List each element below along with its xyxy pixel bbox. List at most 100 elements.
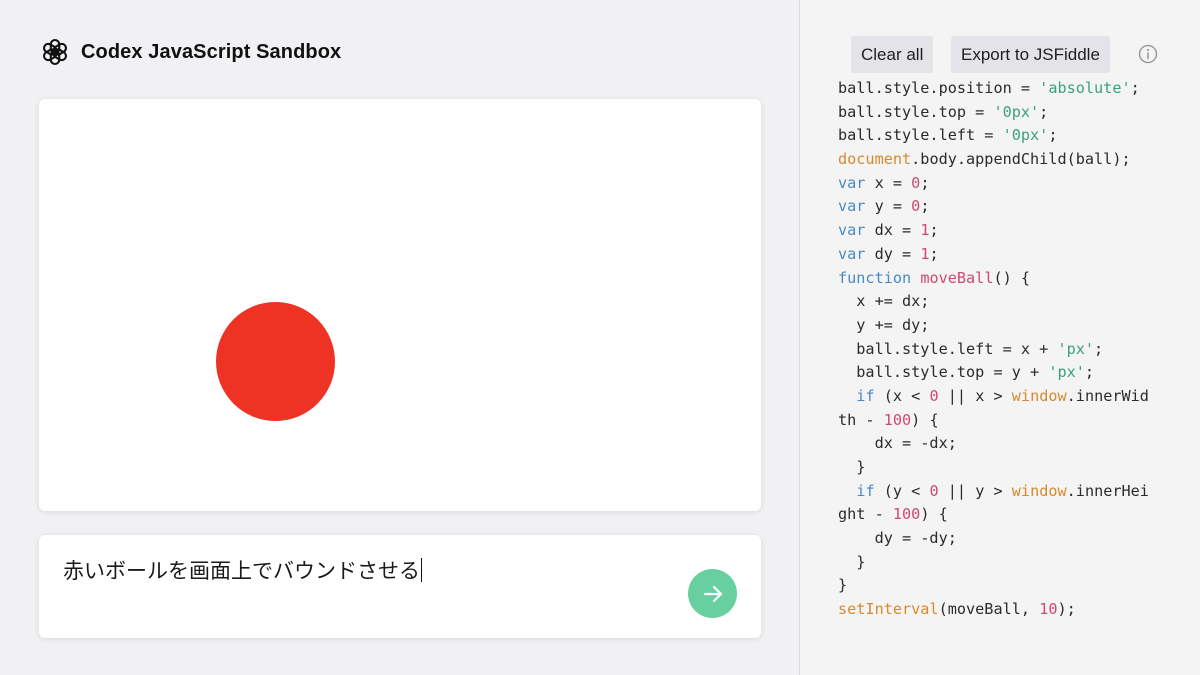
code-token: 'px'	[1048, 363, 1085, 382]
code-token: moveBall	[920, 268, 994, 287]
arrow-right-icon	[702, 583, 724, 605]
code-token: var	[838, 244, 866, 263]
code-line: var y = 0;	[838, 195, 1178, 219]
code-token: setInterval	[838, 600, 939, 619]
code-token: 10	[1039, 600, 1058, 619]
code-token: ball.style.top =	[838, 102, 994, 121]
code-token: ;	[920, 197, 930, 216]
code-token: y += dy;	[838, 315, 930, 334]
code-line: ball.style.top = '0px';	[838, 101, 1178, 125]
code-token: if	[856, 481, 875, 500]
code-token: || y >	[938, 481, 1012, 500]
text-caret	[421, 558, 422, 582]
clear-all-button[interactable]: Clear all	[851, 36, 934, 73]
send-button[interactable]	[688, 569, 737, 618]
code-line: ball.style.left = '0px';	[838, 124, 1178, 148]
code-token: );	[1057, 600, 1076, 619]
code-line: ball.style.left = x + 'px';	[838, 338, 1178, 362]
code-line: }	[838, 551, 1178, 575]
code-token: }	[838, 552, 866, 571]
export-jsfiddle-button[interactable]: Export to JSFiddle	[951, 36, 1110, 73]
code-token: .innerWid	[1066, 386, 1149, 405]
code-token: window	[1011, 386, 1067, 405]
code-token: var	[838, 173, 866, 192]
code-line: dy = -dy;	[838, 527, 1178, 551]
code-token: ;	[920, 173, 930, 192]
code-line: ght - 100) {	[838, 503, 1178, 527]
code-line: y += dy;	[838, 314, 1178, 338]
code-line: ball.style.position = 'absolute';	[838, 77, 1178, 101]
prompt-input[interactable]: 赤いボールを画面上でバウンドさせる	[63, 555, 422, 585]
code-token: .body.appendChild(ball);	[911, 150, 1131, 169]
code-line: if (y < 0 || y > window.innerHei	[838, 480, 1178, 504]
code-line: th - 100) {	[838, 409, 1178, 433]
code-token: y =	[865, 197, 912, 216]
preview-panel[interactable]	[39, 99, 761, 511]
code-token: ;	[929, 221, 939, 240]
code-token: document	[838, 150, 912, 169]
code-token: x += dx;	[838, 292, 930, 311]
code-token: 0	[911, 197, 921, 216]
code-token: (x <	[874, 386, 930, 405]
code-token: }	[838, 576, 848, 595]
code-token: 'absolute'	[1039, 79, 1131, 97]
prompt-input-box[interactable]: 赤いボールを画面上でバウンドさせる	[39, 535, 761, 638]
info-icon[interactable]	[1138, 44, 1158, 64]
code-token: .innerHei	[1066, 481, 1149, 500]
code-token: ball.style.left = x +	[838, 339, 1058, 358]
left-pane: Codex JavaScript Sandbox 赤いボールを画面上でバウンドさ…	[0, 0, 799, 675]
code-token: (moveBall,	[938, 600, 1040, 619]
code-token: 100	[892, 505, 921, 524]
code-token: 0	[929, 386, 939, 405]
red-ball	[216, 302, 335, 421]
code-line: dx = -dx;	[838, 432, 1178, 456]
code-line: function moveBall() {	[838, 267, 1178, 291]
code-token: dy = -dy;	[838, 529, 957, 548]
code-token: ;	[1094, 339, 1104, 358]
code-line: var x = 0;	[838, 172, 1178, 196]
openai-logo-icon	[40, 37, 70, 67]
code-line: x += dx;	[838, 290, 1178, 314]
code-token: window	[1011, 481, 1067, 500]
code-token: 100	[883, 410, 912, 429]
code-token: var	[838, 197, 866, 216]
code-token: ball.style.left =	[838, 126, 1003, 145]
code-token: ) {	[920, 505, 948, 524]
code-token: dx =	[865, 221, 921, 240]
code-line: }	[838, 574, 1178, 598]
code-token: th -	[838, 410, 884, 429]
code-token: ;	[1039, 102, 1049, 121]
code-token: ;	[1130, 79, 1140, 97]
code-token: ;	[929, 244, 939, 263]
code-token: 0	[911, 173, 921, 192]
code-token: '0px'	[993, 102, 1040, 121]
code-line: }	[838, 456, 1178, 480]
code-token: }	[838, 458, 866, 476]
code-editor[interactable]: ball.style.position = 'absolute'; ball.st…	[838, 77, 1178, 657]
code-line: var dy = 1;	[838, 243, 1178, 267]
code-token: ball.style.top = y +	[838, 363, 1049, 382]
code-token: ball.style.position =	[838, 79, 1040, 97]
code-token: dy =	[865, 244, 921, 263]
code-token: dx = -dx;	[838, 434, 957, 453]
prompt-text: 赤いボールを画面上でバウンドさせる	[63, 559, 420, 583]
code-token: (y <	[874, 481, 930, 500]
code-line: document.body.appendChild(ball);	[838, 148, 1178, 172]
code-token: () {	[993, 268, 1031, 287]
code-token: var	[838, 221, 866, 240]
code-line: ball.style.top = y + 'px';	[838, 361, 1178, 385]
app-title: Codex JavaScript Sandbox	[81, 40, 342, 63]
code-token: || x >	[938, 386, 1012, 405]
code-token: ) {	[911, 410, 939, 429]
code-line: if (x < 0 || x > window.innerWid	[838, 385, 1178, 409]
code-token: function	[838, 268, 912, 287]
code-token: 'px'	[1057, 339, 1095, 358]
code-token: ght -	[838, 505, 893, 524]
code-token: x =	[865, 173, 912, 192]
code-line: var dx = 1;	[838, 219, 1178, 243]
code-line: setInterval(moveBall, 10);	[838, 598, 1178, 622]
code-token: 0	[929, 481, 939, 500]
